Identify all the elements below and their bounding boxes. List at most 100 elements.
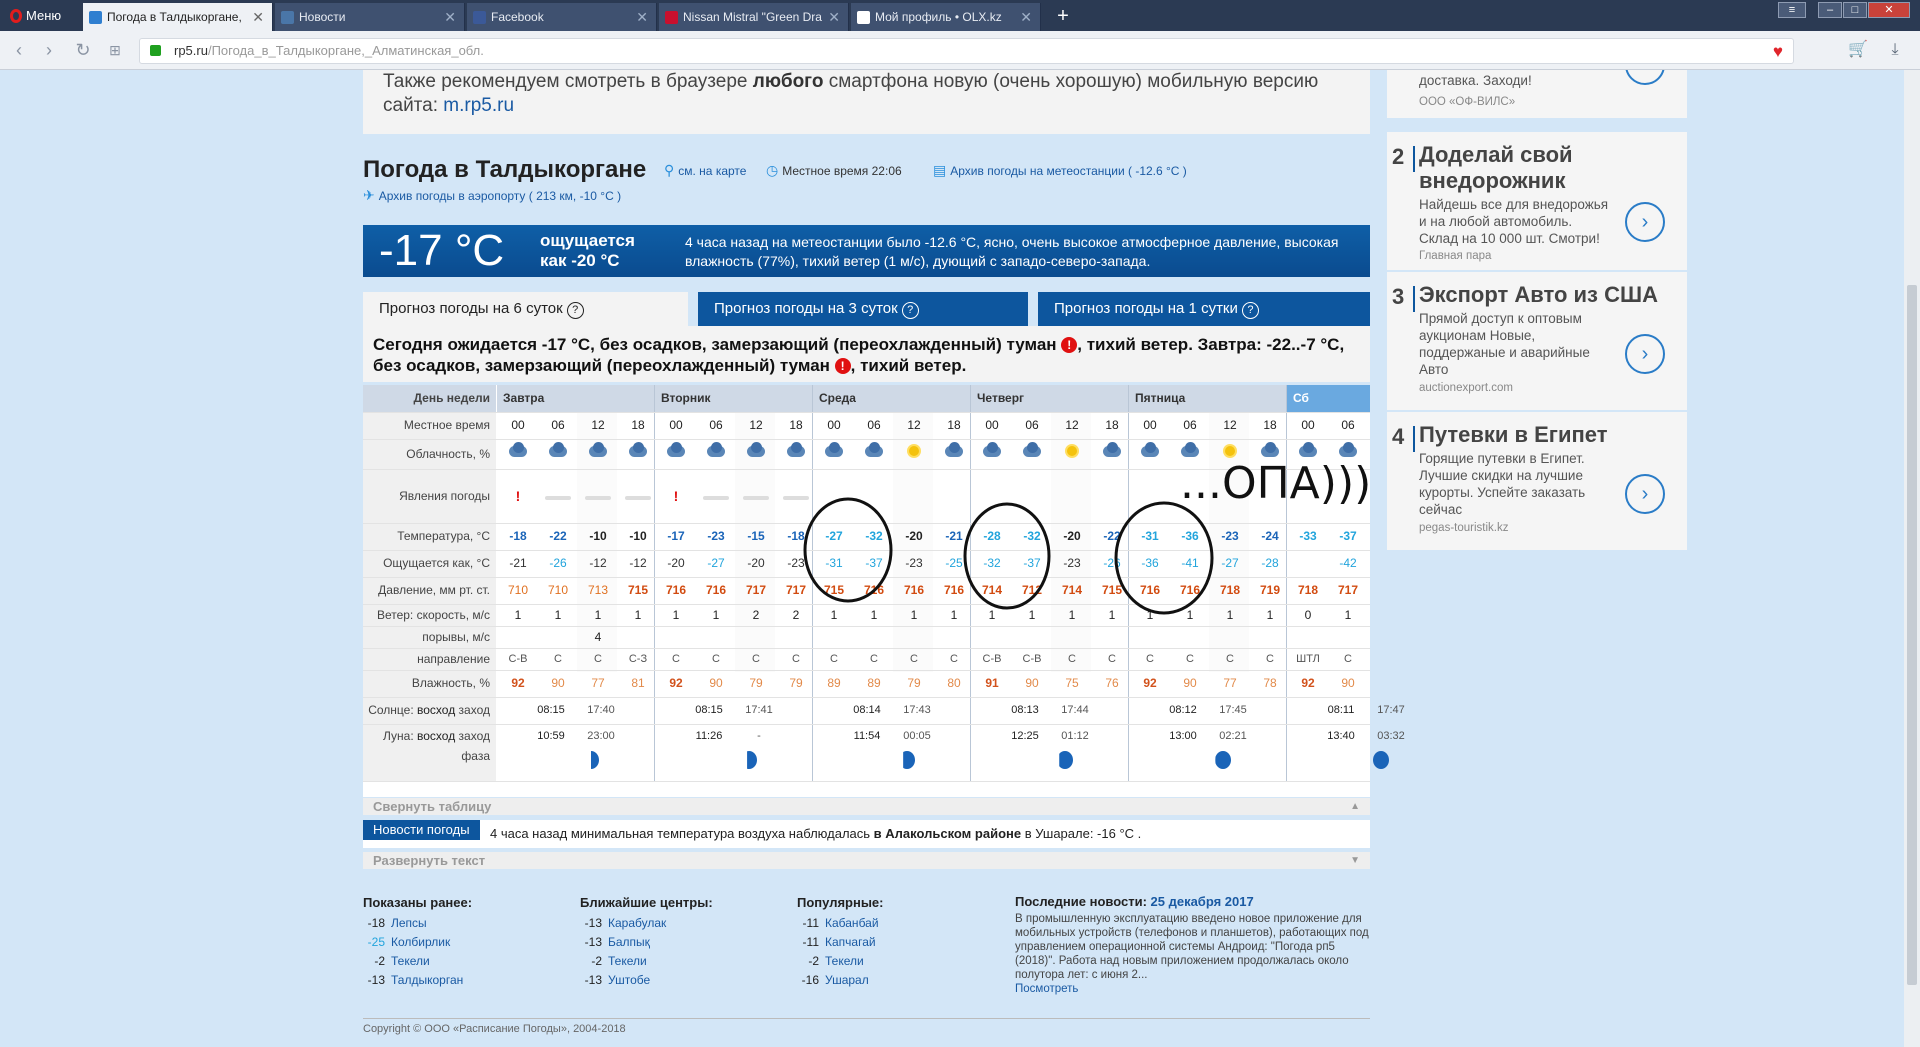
warning-icon[interactable]: !	[834, 358, 851, 374]
maximize-button[interactable]: □	[1843, 2, 1867, 18]
browser-tab[interactable]: Новости ✕	[275, 3, 465, 31]
scrollbar-thumb[interactable]	[1907, 285, 1917, 985]
feels-cell: -42	[1339, 556, 1357, 570]
expand-text-button[interactable]: Развернуть текст ▼	[363, 852, 1370, 869]
press-cell: 712	[1021, 583, 1043, 597]
easy-setup-icon[interactable]: ≡	[1778, 2, 1806, 18]
back-icon[interactable]: ‹	[8, 39, 30, 61]
city-link[interactable]: Талдыкорган	[391, 973, 463, 987]
news-tag[interactable]: Новости погоды	[363, 820, 480, 840]
tab-forecast-1-day[interactable]: Прогноз погоды на 1 сутки?	[1038, 292, 1370, 326]
minimize-button[interactable]: –	[1818, 2, 1842, 18]
tab-close-icon[interactable]: ✕	[828, 3, 840, 31]
tab-close-icon[interactable]: ✕	[1020, 3, 1032, 31]
ad-title[interactable]: Экспорт Авто из США	[1419, 282, 1659, 308]
cart-icon[interactable]: 🛒	[1847, 39, 1869, 61]
reload-icon[interactable]: ↻	[72, 39, 94, 61]
feels-cell: -28	[1261, 556, 1279, 570]
current-weather-banner: -17 °C ощущается как -20 °C 4 часа назад…	[363, 225, 1370, 277]
latest-news-date[interactable]: 25 декабря 2017	[1151, 894, 1254, 909]
download-icon[interactable]: ⤓	[1884, 39, 1906, 61]
map-link[interactable]: ⚲ см. на карте	[664, 162, 746, 179]
tab-close-icon[interactable]: ✕	[252, 3, 264, 31]
feels-cell: -23	[1063, 556, 1081, 570]
city-item[interactable]: -13 Уштобе	[580, 971, 713, 990]
ad-arrow-button[interactable]: ›	[1625, 202, 1665, 242]
help-icon[interactable]: ?	[1241, 302, 1259, 319]
page-scrollbar[interactable]	[1904, 70, 1920, 1047]
browser-tab[interactable]: Погода в Талдыкоргане, ✕	[83, 3, 273, 31]
fog-icon	[625, 496, 651, 500]
browser-tab[interactable]: Facebook ✕	[467, 3, 657, 31]
ad-arrow-button[interactable]: ›	[1625, 334, 1665, 374]
ad-arrow-button[interactable]: ›	[1625, 70, 1665, 85]
press-cell: 716	[903, 583, 925, 597]
hum-cell: 77	[591, 676, 605, 690]
close-window-button[interactable]: ✕	[1868, 2, 1910, 18]
bookmark-heart-icon[interactable]: ♥	[1773, 40, 1783, 64]
ad-block[interactable]: доставка. Заходи! ООО «ОФ-ВИЛС» ›	[1387, 70, 1687, 120]
city-item[interactable]: -25 Колбирлик	[363, 933, 472, 952]
cloud-icon	[665, 440, 687, 458]
archive-station-link[interactable]: ▤ Архив погоды на метеостанции ( -12.6 °C…	[933, 162, 1187, 179]
ad-block[interactable]: 4 Путевки в Египет Горящие путевки в Египе…	[1387, 412, 1687, 552]
tab-close-icon[interactable]: ✕	[636, 3, 648, 31]
speed-dial-icon[interactable]: ⊞	[104, 39, 126, 61]
collapse-table-button[interactable]: Свернуть таблицу ▲	[363, 798, 1370, 815]
city-item[interactable]: -16 Ушарал	[797, 971, 884, 990]
alert-icon[interactable]: !	[674, 469, 679, 523]
warning-icon[interactable]: !	[1061, 337, 1078, 353]
city-link[interactable]: Уштобе	[608, 973, 650, 987]
lock-icon	[150, 45, 161, 56]
city-link[interactable]: Капчагай	[825, 935, 876, 949]
press-cell: 716	[1179, 583, 1201, 597]
gusts-cell	[1328, 626, 1368, 648]
new-tab-button[interactable]: +	[1052, 4, 1074, 28]
city-link[interactable]: Балпық	[608, 935, 650, 949]
city-link[interactable]: Текели	[825, 954, 864, 968]
city-item[interactable]: -2 Текели	[580, 952, 713, 971]
city-link[interactable]: Текели	[391, 954, 430, 968]
city-item[interactable]: -2 Текели	[363, 952, 472, 971]
city-link[interactable]: Лепсы	[391, 916, 427, 930]
city-item[interactable]: -18 Лепсы	[363, 914, 472, 933]
tab-close-icon[interactable]: ✕	[444, 3, 456, 31]
tab-forecast-6-days[interactable]: Прогноз погоды на 6 суток?	[363, 292, 688, 326]
latest-news-more-link[interactable]: Посмотреть	[1015, 983, 1078, 995]
ad-title[interactable]: Путевки в Египет	[1419, 422, 1659, 448]
ad-block[interactable]: 2 Доделай свой внедорожник Найдешь все для…	[1387, 132, 1687, 272]
mobile-site-link[interactable]: m.rp5.ru	[443, 95, 514, 116]
ad-title[interactable]: Доделай свой внедорожник	[1419, 142, 1659, 194]
help-icon[interactable]: ?	[901, 302, 919, 319]
phen-cell	[1288, 469, 1328, 523]
city-item[interactable]: -2 Текели	[797, 952, 884, 971]
city-item[interactable]: -11 Капчагай	[797, 933, 884, 952]
dir-cell: С	[1266, 653, 1274, 665]
gusts-cell	[972, 626, 1012, 648]
city-item[interactable]: -13 Карабулак	[580, 914, 713, 933]
city-link[interactable]: Карабулак	[608, 916, 666, 930]
cloud-icon	[1101, 440, 1123, 458]
url-field[interactable]: rp5.ru/Погода_в_Талдыкоргане,_Алматинска…	[139, 38, 1794, 64]
browser-tab[interactable]: Nissan Mistral "Green Dra ✕	[659, 3, 849, 31]
browser-tab[interactable]: Мой профиль • OLX.kz ✕	[851, 3, 1041, 31]
forward-icon[interactable]: ›	[38, 39, 60, 61]
city-link[interactable]: Кабанбай	[825, 916, 879, 930]
time-cell: 18	[947, 418, 961, 432]
city-item[interactable]: -13 Балпық	[580, 933, 713, 952]
city-item[interactable]: -11 Кабанбай	[797, 914, 884, 933]
alert-icon[interactable]: !	[516, 469, 521, 523]
city-link[interactable]: Текели	[608, 954, 647, 968]
browser-menu-button[interactable]: Меню	[4, 5, 76, 27]
day-header: Сб	[1286, 385, 1370, 412]
city-link[interactable]: Ушарал	[825, 973, 869, 987]
city-item[interactable]: -13 Талдыкорган	[363, 971, 472, 990]
city-link[interactable]: Колбирлик	[391, 935, 450, 949]
ad-block[interactable]: 3 Экспорт Авто из США Прямой доступ к опто…	[1387, 272, 1687, 412]
archive-airport-link[interactable]: ✈ Архив погоды в аэропорту ( 213 км, -10 …	[363, 187, 621, 204]
ad-arrow-button[interactable]: ›	[1625, 474, 1665, 514]
help-icon[interactable]: ?	[566, 302, 584, 319]
temp-cell: -28	[983, 529, 1001, 543]
tab-forecast-3-days[interactable]: Прогноз погоды на 3 суток?	[698, 292, 1028, 326]
temp-cell: -10	[629, 529, 647, 543]
